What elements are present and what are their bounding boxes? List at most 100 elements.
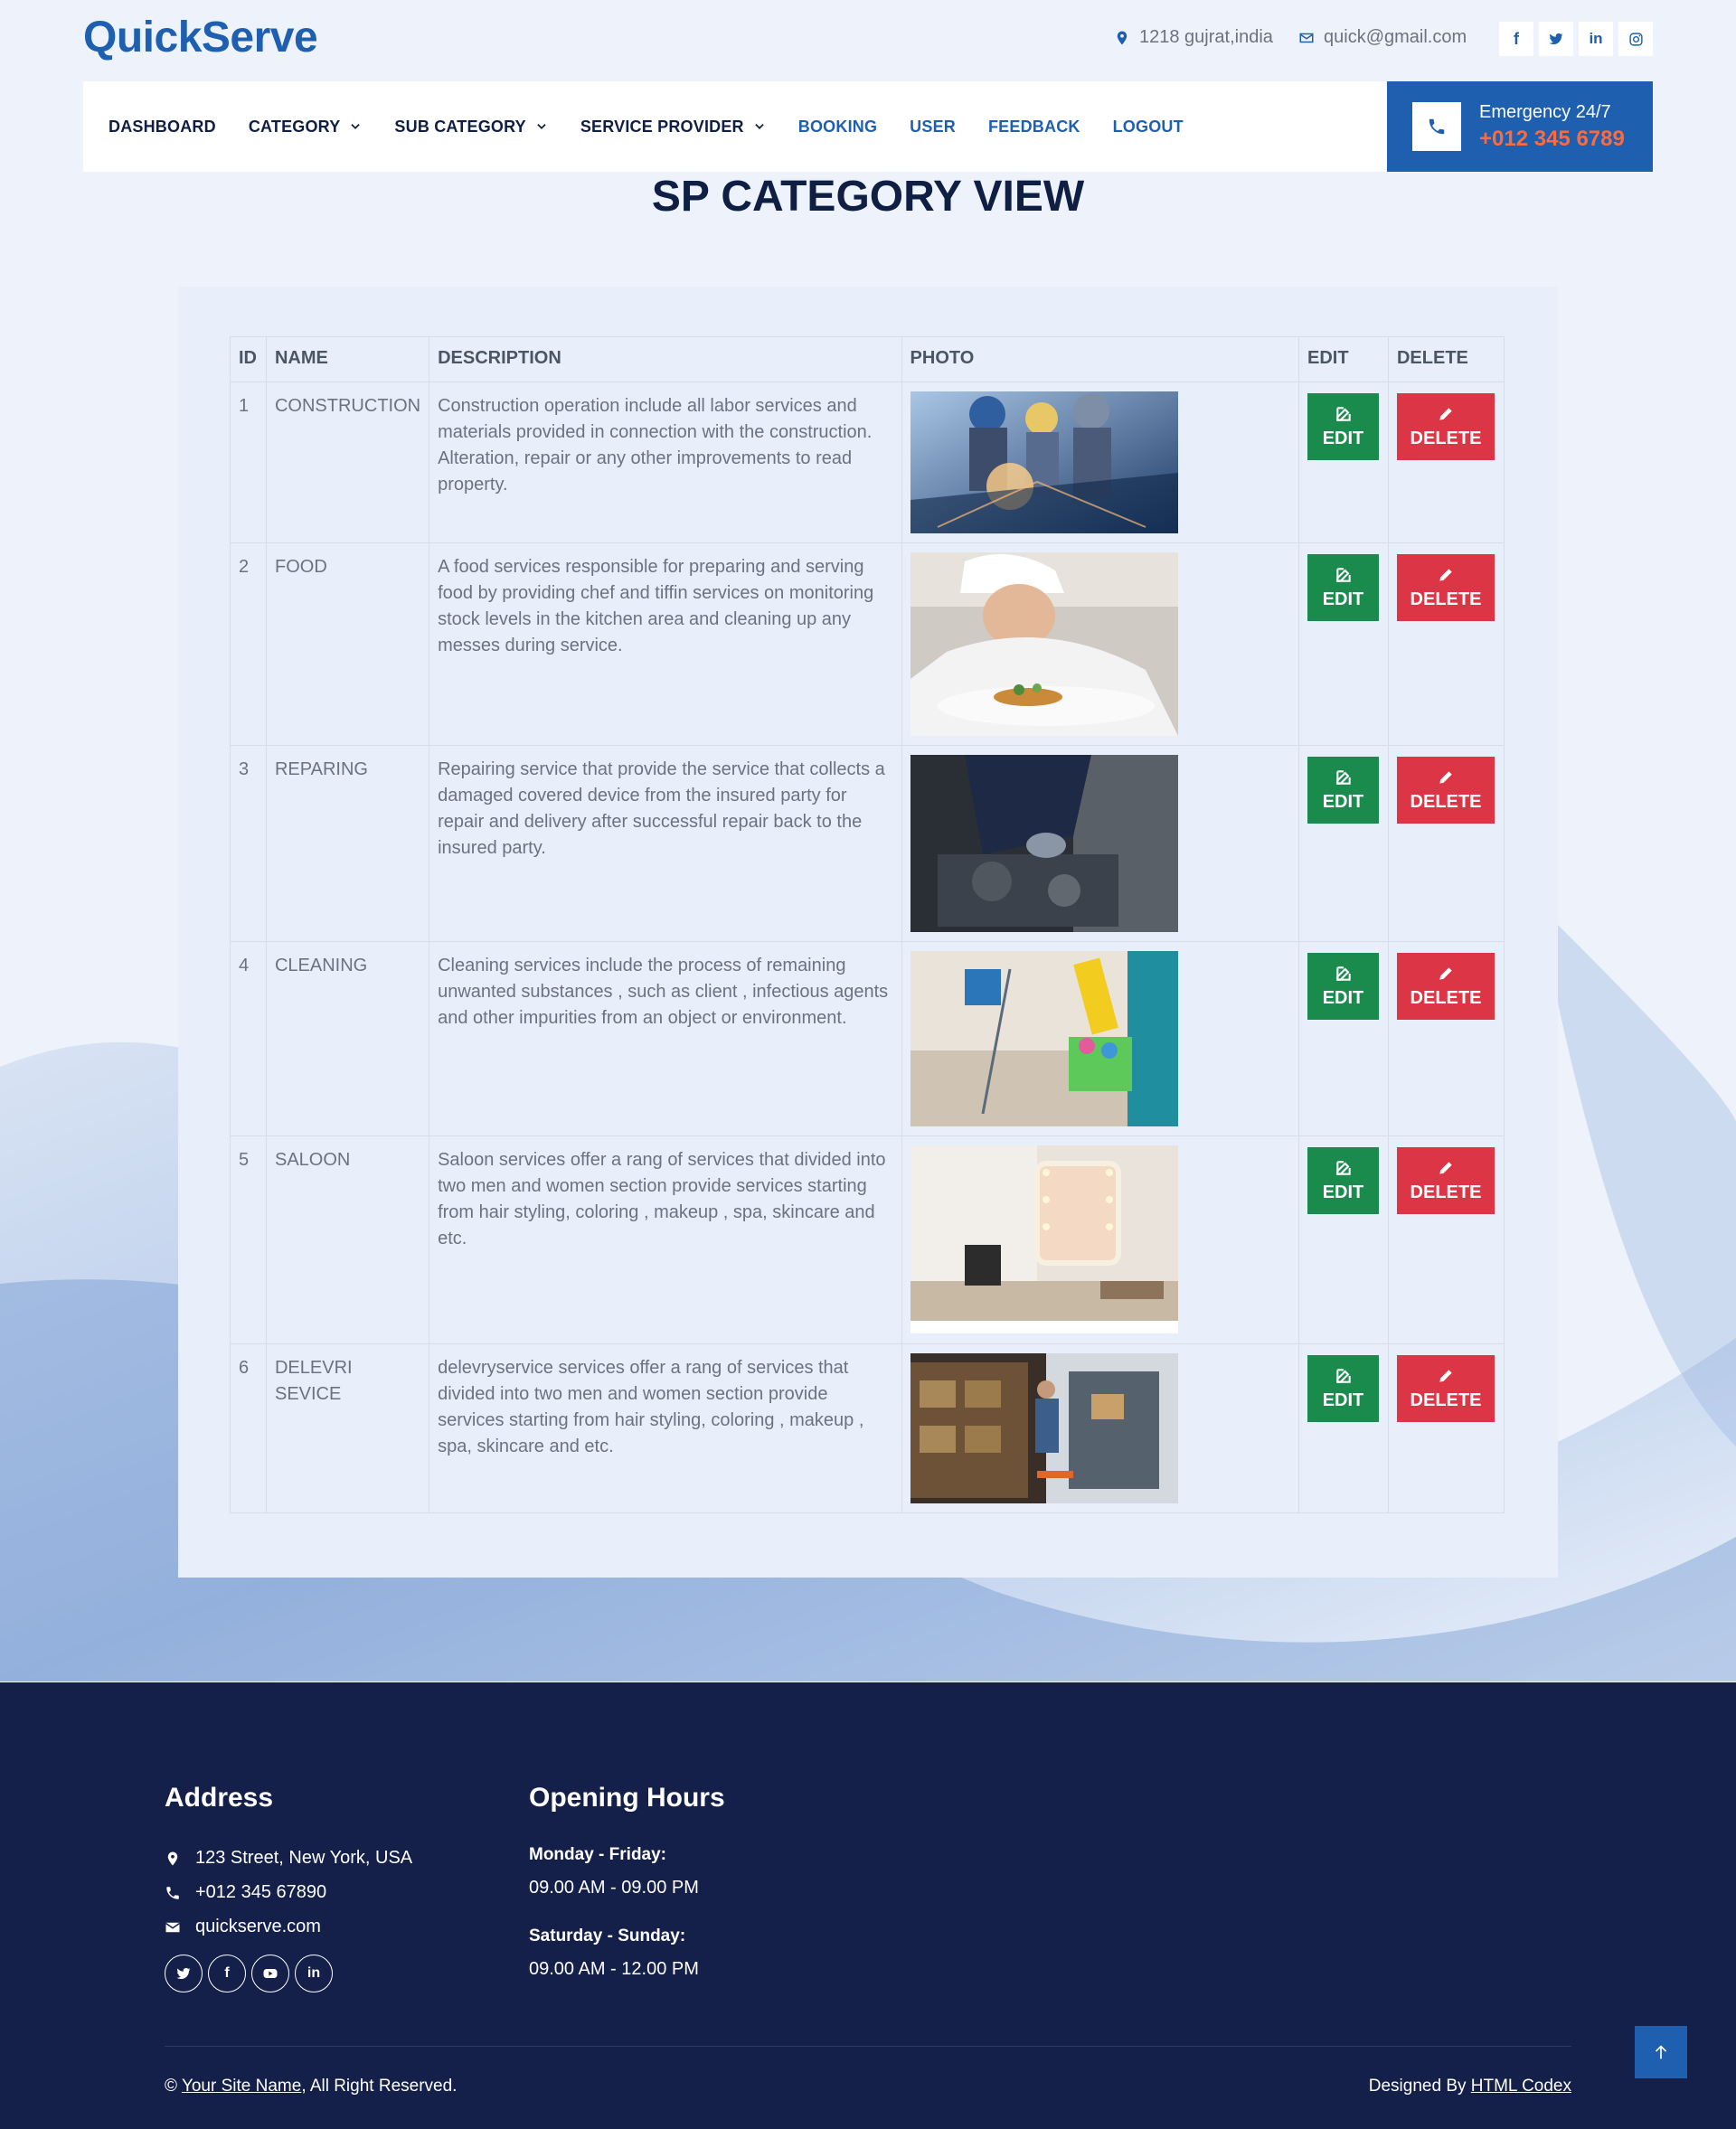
header-email-text[interactable]: quick@gmail.com <box>1324 27 1467 48</box>
col-description: DESCRIPTION <box>429 336 902 382</box>
weekday-label: Monday - Friday: <box>529 1845 667 1864</box>
edit-icon <box>1335 1369 1351 1383</box>
nav-logout[interactable]: LOGOUT <box>1113 118 1184 137</box>
row-id: 5 <box>230 1135 267 1344</box>
row-name: CLEANING <box>265 941 430 1136</box>
nav-feedback[interactable]: FEEDBACK <box>988 118 1080 137</box>
twitter-icon[interactable] <box>1539 22 1573 56</box>
row-description: Saloon services offer a rang of services… <box>429 1135 902 1344</box>
row-photo <box>901 941 1300 1136</box>
table-row: 4 CLEANING Cleaning services include the… <box>230 941 1505 1136</box>
chevron-down-icon <box>537 124 546 129</box>
footer-address-title: Address <box>165 1783 274 1813</box>
facebook-icon[interactable]: f <box>208 1955 246 1992</box>
row-name: CONSTRUCTION <box>265 382 430 543</box>
row-photo <box>901 1343 1300 1513</box>
table-header-row: ID NAME DESCRIPTION PHOTO EDIT DELETE <box>230 336 1505 382</box>
designed-by: Designed By HTML Codex <box>1368 2077 1571 2096</box>
row-id: 4 <box>230 941 267 1136</box>
col-name: NAME <box>265 336 430 382</box>
facebook-icon[interactable]: f <box>1499 22 1533 56</box>
weekend-label: Saturday - Sunday: <box>529 1926 686 1945</box>
delete-button[interactable]: DELETE <box>1396 554 1495 621</box>
edit-icon <box>1335 1161 1351 1175</box>
nav-sub-category[interactable]: SUB CATEGORY <box>394 118 547 137</box>
row-delete-cell: DELETE <box>1387 1343 1505 1513</box>
twitter-icon[interactable] <box>165 1955 203 1992</box>
nav-category[interactable]: CATEGORY <box>249 118 363 137</box>
nav-dashboard[interactable]: DASHBOARD <box>108 118 216 137</box>
row-id: 3 <box>230 745 267 942</box>
row-photo <box>901 382 1300 543</box>
row-description: A food services responsible for preparin… <box>429 542 902 746</box>
table-row: 6 DELEVRI SEVICE delevryservice services… <box>230 1343 1505 1513</box>
linkedin-icon[interactable]: in <box>1579 22 1613 56</box>
pencil-icon <box>1439 569 1452 581</box>
col-photo: PHOTO <box>901 336 1300 382</box>
edit-button[interactable]: EDIT <box>1307 1355 1379 1422</box>
construction-photo <box>910 391 1178 533</box>
instagram-icon[interactable] <box>1618 22 1653 56</box>
col-edit: EDIT <box>1298 336 1389 382</box>
row-description: Repairing service that provide the servi… <box>429 745 902 942</box>
header-address-text: 1218 gujrat,india <box>1139 27 1273 47</box>
copyright: © Your Site Name, All Right Reserved. <box>165 2077 458 2096</box>
repairing-photo <box>910 755 1178 932</box>
row-description: delevryservice services offer a rang of … <box>429 1343 902 1513</box>
edit-button[interactable]: EDIT <box>1307 757 1379 824</box>
edit-icon <box>1335 568 1351 582</box>
emergency-phone[interactable]: +012 345 6789 <box>1479 127 1625 152</box>
chevron-down-icon <box>351 124 361 129</box>
footer-street: 123 Street, New York, USA <box>165 1848 412 1869</box>
row-name: SALOON <box>265 1135 430 1344</box>
edit-button[interactable]: EDIT <box>1307 393 1379 460</box>
table-row: 2 FOOD A food services responsible for p… <box>230 542 1505 746</box>
site-name-link[interactable]: Your Site Name <box>182 2077 301 2096</box>
row-edit-cell: EDIT <box>1298 542 1389 746</box>
nav-service-provider[interactable]: SERVICE PROVIDER <box>580 118 766 137</box>
nav-booking[interactable]: BOOKING <box>798 118 877 137</box>
emergency-contact[interactable]: Emergency 24/7 +012 345 6789 <box>1387 81 1653 172</box>
html-codex-link[interactable]: HTML Codex <box>1471 2077 1571 2096</box>
delete-button[interactable]: DELETE <box>1396 393 1495 460</box>
header-email: quick@gmail.com <box>1298 27 1467 48</box>
edit-button[interactable]: EDIT <box>1307 554 1379 621</box>
footer-divider <box>165 2046 1571 2047</box>
emergency-label: Emergency 24/7 <box>1479 101 1611 122</box>
linkedin-icon[interactable]: in <box>295 1955 333 1992</box>
row-delete-cell: DELETE <box>1387 1135 1505 1344</box>
arrow-up-icon <box>1655 2045 1667 2059</box>
brand-logo[interactable]: QuickServe <box>83 13 318 62</box>
map-pin-icon <box>167 1851 178 1865</box>
weekday-hours: 09.00 AM - 09.00 PM <box>529 1878 699 1898</box>
youtube-icon[interactable] <box>251 1955 289 1992</box>
delivery-photo <box>910 1353 1178 1503</box>
delete-button[interactable]: DELETE <box>1396 757 1495 824</box>
food-photo <box>910 552 1178 736</box>
delete-button[interactable]: DELETE <box>1396 1147 1495 1214</box>
sp-category-table: ID NAME DESCRIPTION PHOTO EDIT DELETE 1 … <box>230 336 1505 1513</box>
delete-button[interactable]: DELETE <box>1396 1355 1495 1422</box>
cleaning-photo <box>910 951 1178 1126</box>
saloon-photo <box>910 1145 1178 1333</box>
nav-user[interactable]: USER <box>910 118 956 137</box>
table-row: 5 SALOON Saloon services offer a rang of… <box>230 1135 1505 1344</box>
chevron-down-icon <box>755 124 764 129</box>
row-delete-cell: DELETE <box>1387 542 1505 746</box>
row-delete-cell: DELETE <box>1387 941 1505 1136</box>
col-id: ID <box>230 336 267 382</box>
map-pin-icon <box>1117 31 1127 44</box>
row-edit-cell: EDIT <box>1298 382 1389 543</box>
pencil-icon <box>1439 1370 1452 1382</box>
pencil-icon <box>1439 1162 1452 1174</box>
delete-button[interactable]: DELETE <box>1396 953 1495 1020</box>
row-photo <box>901 745 1300 942</box>
back-to-top-button[interactable] <box>1635 2026 1687 2078</box>
edit-button[interactable]: EDIT <box>1307 953 1379 1020</box>
row-name: REPARING <box>265 745 430 942</box>
header-address: 1218 gujrat,india <box>1114 27 1273 48</box>
row-photo <box>901 1135 1300 1344</box>
row-edit-cell: EDIT <box>1298 745 1389 942</box>
edit-button[interactable]: EDIT <box>1307 1147 1379 1214</box>
pencil-icon <box>1439 408 1452 420</box>
